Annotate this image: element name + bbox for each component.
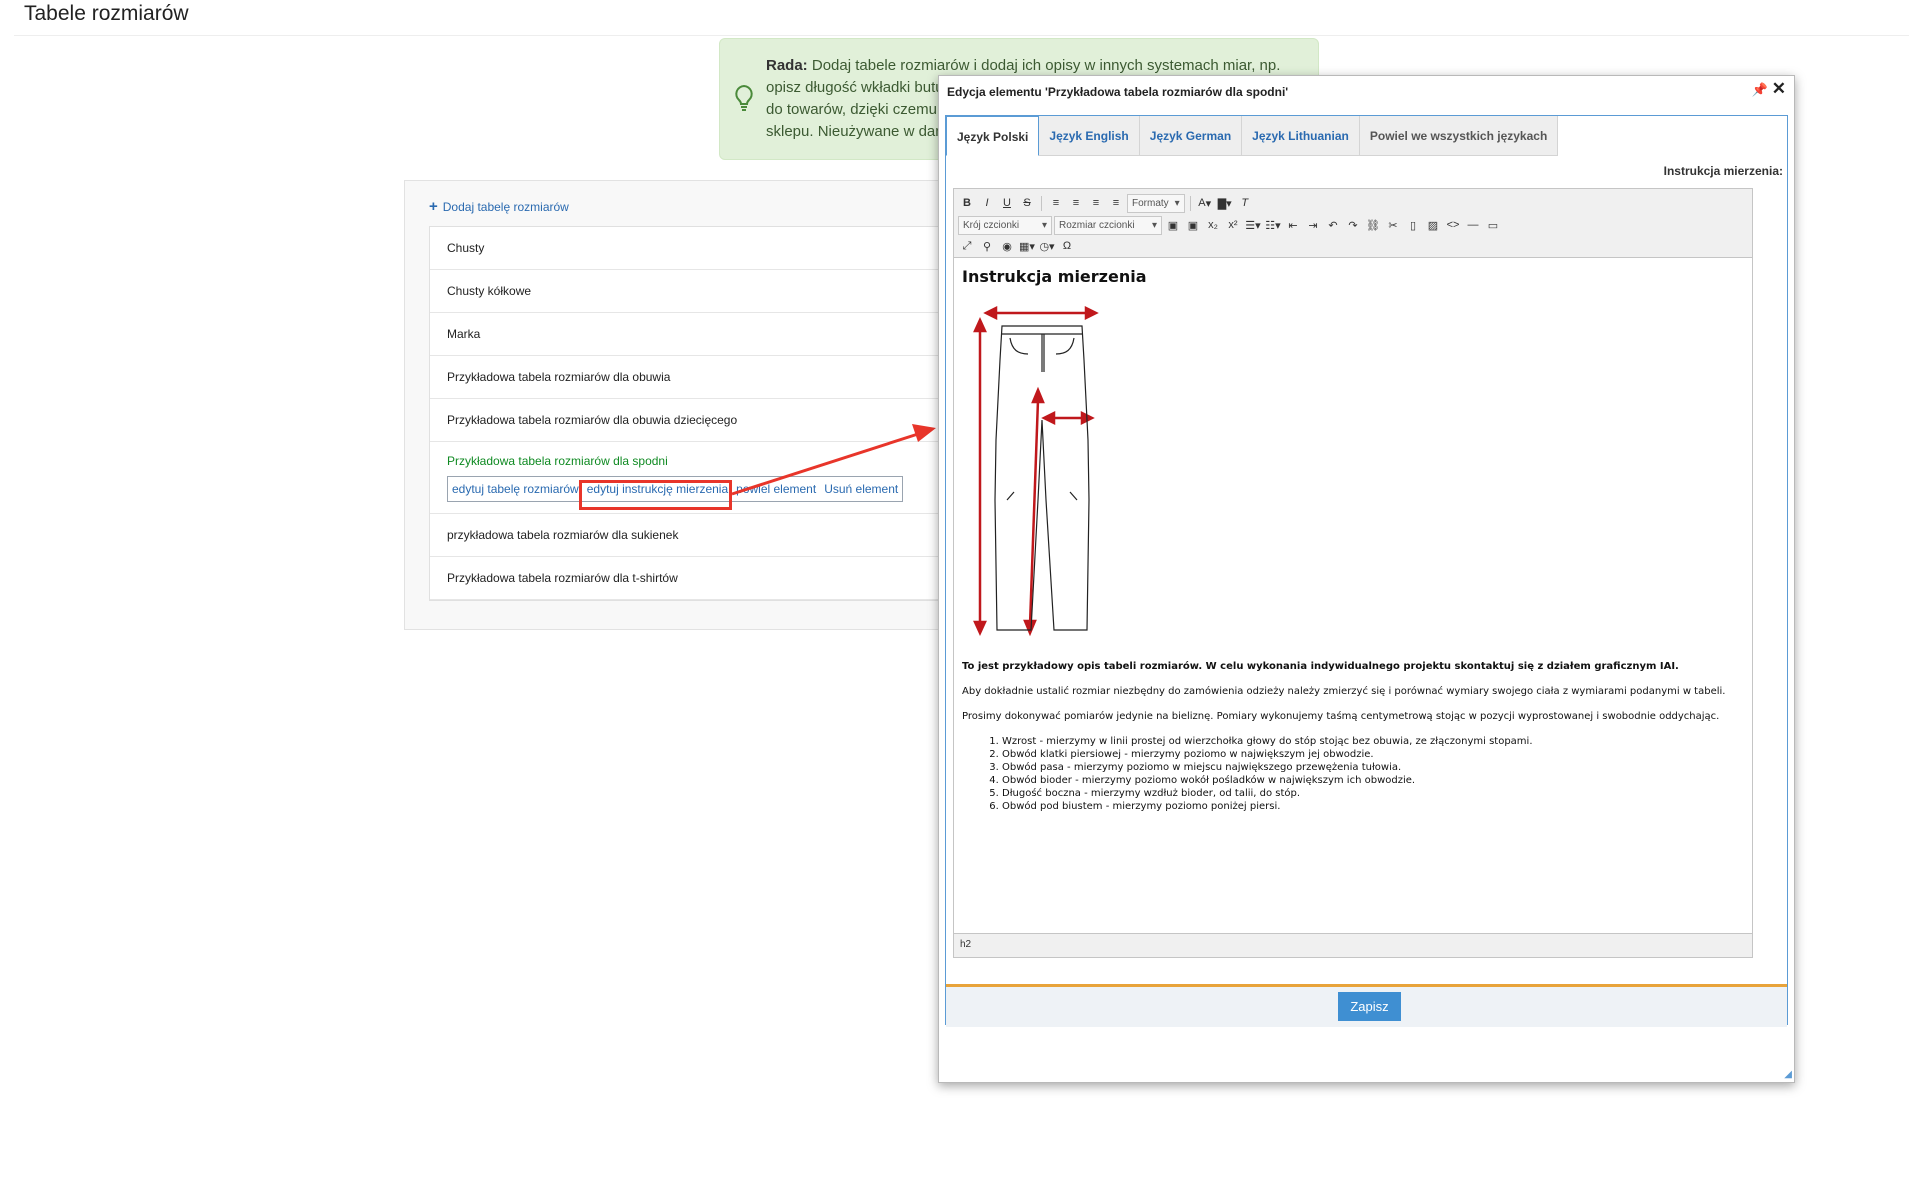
align-justify-icon[interactable]: ≡ (1107, 195, 1125, 212)
font-size-label: Rozmiar czcionki (1059, 219, 1135, 231)
text-color-button[interactable]: A ▾ (1196, 195, 1214, 212)
bold-button[interactable]: B (958, 195, 976, 212)
unlink-icon[interactable]: ✂ (1384, 217, 1402, 234)
undo-icon[interactable]: ↶ (1324, 217, 1342, 234)
subscript-icon[interactable]: x₂ (1204, 217, 1222, 234)
list-item: Obwód klatki piersiowej - mierzymy pozio… (1002, 748, 1742, 761)
pin-icon[interactable]: 📌 (1752, 82, 1768, 98)
find-icon[interactable]: ⚲ (978, 238, 996, 255)
redo-icon[interactable]: ↷ (1344, 217, 1362, 234)
link-icon[interactable]: ⛓ (1364, 217, 1382, 234)
content-paragraph-2: Prosimy dokonywać pomiarów jedynie na bi… (962, 711, 1720, 722)
dialog-body: Język Polski Język English Język German … (945, 115, 1788, 1027)
outdent-icon[interactable]: ⇤ (1284, 217, 1302, 234)
tab-german[interactable]: Język German (1139, 116, 1243, 156)
content-heading: Instrukcja mierzenia (962, 267, 1147, 286)
editor-toolbar: B I U S ≡ ≡ ≡ ≡ Formaty ▾ A ▾ ▇▾ T Krój cz (954, 189, 1752, 258)
tab-polish[interactable]: Język Polski (946, 116, 1040, 156)
underline-button[interactable]: U (998, 195, 1016, 212)
field-label: Instrukcja mierzenia: (1663, 164, 1783, 178)
align-right-icon[interactable]: ≡ (1087, 195, 1105, 212)
paste-text-icon[interactable]: ▣ (1184, 217, 1202, 234)
content-lead: To jest przykładowy opis tabeli rozmiaró… (962, 661, 1679, 672)
list-item: Wzrost - mierzymy w linii prostej od wie… (1002, 735, 1742, 748)
language-tabs: Język Polski Język English Język German … (946, 116, 1559, 156)
list-item: Długość boczna - mierzymy wzdłuż bioder,… (1002, 787, 1742, 800)
tab-english[interactable]: Język English (1039, 116, 1140, 156)
content-paragraph-1: Aby dokładnie ustalić rozmiar niezbędny … (962, 686, 1726, 697)
table-icon[interactable]: ▦▾ (1018, 238, 1036, 255)
dialog-footer: Zapisz (946, 984, 1787, 1027)
special-char-icon[interactable]: Ω (1058, 238, 1076, 255)
time-icon[interactable]: ◷▾ (1038, 238, 1056, 255)
fullscreen-icon[interactable]: ⤢ (958, 238, 976, 255)
text-color-label: A (1198, 197, 1206, 209)
italic-button[interactable]: I (978, 195, 996, 212)
horizontal-rule-icon[interactable]: — (1464, 217, 1482, 234)
formats-label: Formaty (1132, 197, 1169, 209)
bullet-list-icon[interactable]: ☰▾ (1244, 217, 1262, 234)
list-item: Obwód pasa - mierzymy poziomo w miejscu … (1002, 761, 1742, 774)
superscript-icon[interactable]: x² (1224, 217, 1242, 234)
pants-measurement-illustration (973, 305, 1099, 637)
editor-content[interactable]: Instrukcja mierzenia To jest przykładowy… (962, 267, 1742, 813)
font-family-label: Krój czcionki (963, 219, 1020, 231)
dialog-title: Edycja elementu 'Przykładowa tabela rozm… (947, 85, 1289, 99)
font-size-dropdown[interactable]: Rozmiar czcionki ▾ (1054, 215, 1162, 235)
editor-statusbar: h2 (954, 933, 1752, 957)
align-left-icon[interactable]: ≡ (1047, 195, 1065, 212)
edit-element-dialog: Edycja elementu 'Przykładowa tabela rozm… (938, 75, 1795, 1083)
preview-icon[interactable]: ◉ (998, 238, 1016, 255)
save-button[interactable]: Zapisz (1338, 992, 1401, 1021)
formats-dropdown[interactable]: Formaty ▾ (1127, 193, 1185, 213)
tab-duplicate-all[interactable]: Powiel we wszystkich językach (1359, 116, 1559, 156)
strikethrough-button[interactable]: S (1018, 195, 1036, 212)
list-item: Obwód bioder - mierzymy poziomo wokół po… (1002, 774, 1742, 787)
paste-icon[interactable]: ▣ (1164, 217, 1182, 234)
element-path[interactable]: h2 (960, 939, 971, 950)
clear-formatting-icon[interactable]: T (1236, 195, 1254, 212)
toolbar-separator (1041, 195, 1042, 211)
background-color-button[interactable]: ▇▾ (1216, 195, 1234, 212)
image-icon[interactable]: ▨ (1424, 217, 1442, 234)
close-icon[interactable]: ✕ (1772, 79, 1786, 99)
indent-icon[interactable]: ⇥ (1304, 217, 1322, 234)
measurement-steps: Wzrost - mierzymy w linii prostej od wie… (962, 735, 1742, 813)
list-item: Obwód pod biustem - mierzymy poziomo pon… (1002, 800, 1742, 813)
tab-lithuanian[interactable]: Język Lithuanian (1242, 116, 1360, 156)
rich-text-editor: B I U S ≡ ≡ ≡ ≡ Formaty ▾ A ▾ ▇▾ T Krój cz (953, 188, 1753, 958)
media-icon[interactable]: ▭ (1484, 217, 1502, 234)
toolbar-separator (1189, 195, 1191, 211)
resize-handle-icon[interactable]: ◢ (1784, 1069, 1792, 1080)
numbered-list-icon[interactable]: ☷▾ (1264, 217, 1282, 234)
bookmark-icon[interactable]: ▯ (1404, 217, 1422, 234)
align-center-icon[interactable]: ≡ (1067, 195, 1085, 212)
code-icon[interactable]: <> (1444, 217, 1462, 234)
font-family-dropdown[interactable]: Krój czcionki ▾ (958, 215, 1052, 235)
